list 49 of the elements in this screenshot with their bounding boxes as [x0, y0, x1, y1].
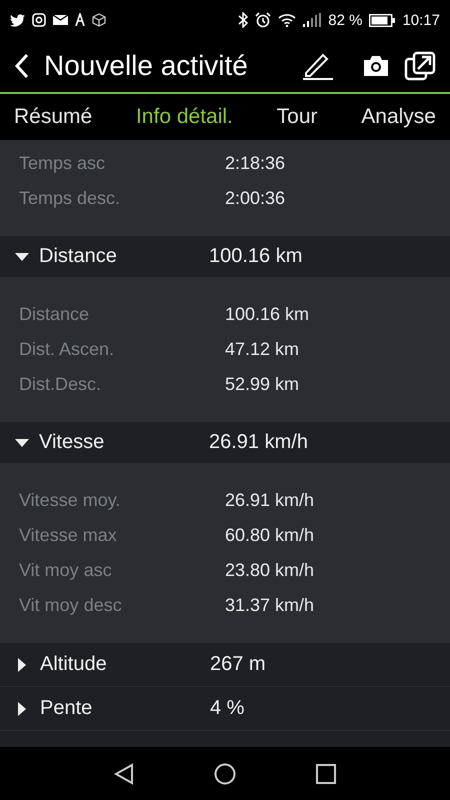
stat-label: Vit moy desc	[19, 595, 123, 616]
bluetooth-icon	[238, 12, 248, 28]
tab[interactable]: Résumé	[14, 101, 92, 133]
stat-label: Vitesse max	[19, 525, 118, 546]
cube-icon	[92, 13, 106, 27]
signal-icon	[303, 13, 322, 27]
tab[interactable]: Info détail.	[136, 101, 233, 133]
stat-value: 100.16 km	[225, 304, 310, 325]
section-header[interactable]: Altitude 267 m	[0, 643, 450, 687]
caret-down-icon	[15, 252, 29, 260]
screen-title: Nouvelle activité	[44, 50, 249, 82]
edit-button[interactable]	[302, 51, 334, 81]
stat-label: Dist.Desc.	[19, 374, 102, 395]
mail-icon	[53, 14, 68, 26]
home-button[interactable]	[214, 762, 236, 784]
stat-value: 2:18:36	[225, 153, 286, 174]
alarm-icon	[255, 12, 272, 28]
section-header[interactable]: Vitesse 26.91 km/h	[0, 422, 450, 463]
battery-icon	[369, 14, 396, 26]
back-nav-button[interactable]	[114, 762, 134, 784]
wifi-icon	[278, 13, 296, 27]
battery-percent: 82 %	[328, 12, 362, 28]
stat-value: 23.80 km/h	[225, 560, 314, 581]
tab[interactable]: Analyse	[361, 101, 436, 133]
stat-value: 52.99 km	[225, 374, 300, 395]
stat-label: Vitesse moy.	[19, 490, 122, 511]
section-header[interactable]: Distance 100.16 km	[0, 236, 450, 277]
camera-button[interactable]	[362, 54, 390, 78]
stat-label: Distance	[19, 304, 90, 325]
section-header[interactable]: Pente 4 %	[0, 687, 450, 731]
stat-value: 47.12 km	[225, 339, 300, 360]
stat-label: Temps asc	[19, 153, 106, 174]
clock-time: 10:17	[402, 12, 440, 28]
stat-value: 60.80 km/h	[225, 525, 314, 546]
stat-value: 2:00:36	[225, 188, 286, 209]
tab[interactable]: Tour	[276, 101, 318, 133]
back-button[interactable]	[14, 53, 30, 79]
camera-icon	[32, 13, 46, 27]
caret-right-icon	[18, 658, 26, 672]
stat-label: Temps desc.	[19, 188, 122, 209]
stat-value: 31.37 km/h	[225, 595, 314, 616]
share-button[interactable]	[404, 51, 436, 81]
bird-icon	[10, 14, 25, 26]
caret-down-icon	[15, 438, 29, 446]
stat-label: Vit moy asc	[19, 560, 113, 581]
stat-value: 26.91 km/h	[225, 490, 314, 511]
recents-button[interactable]	[316, 764, 336, 784]
stat-label: Dist. Ascen.	[19, 339, 116, 360]
caret-right-icon	[18, 702, 26, 716]
